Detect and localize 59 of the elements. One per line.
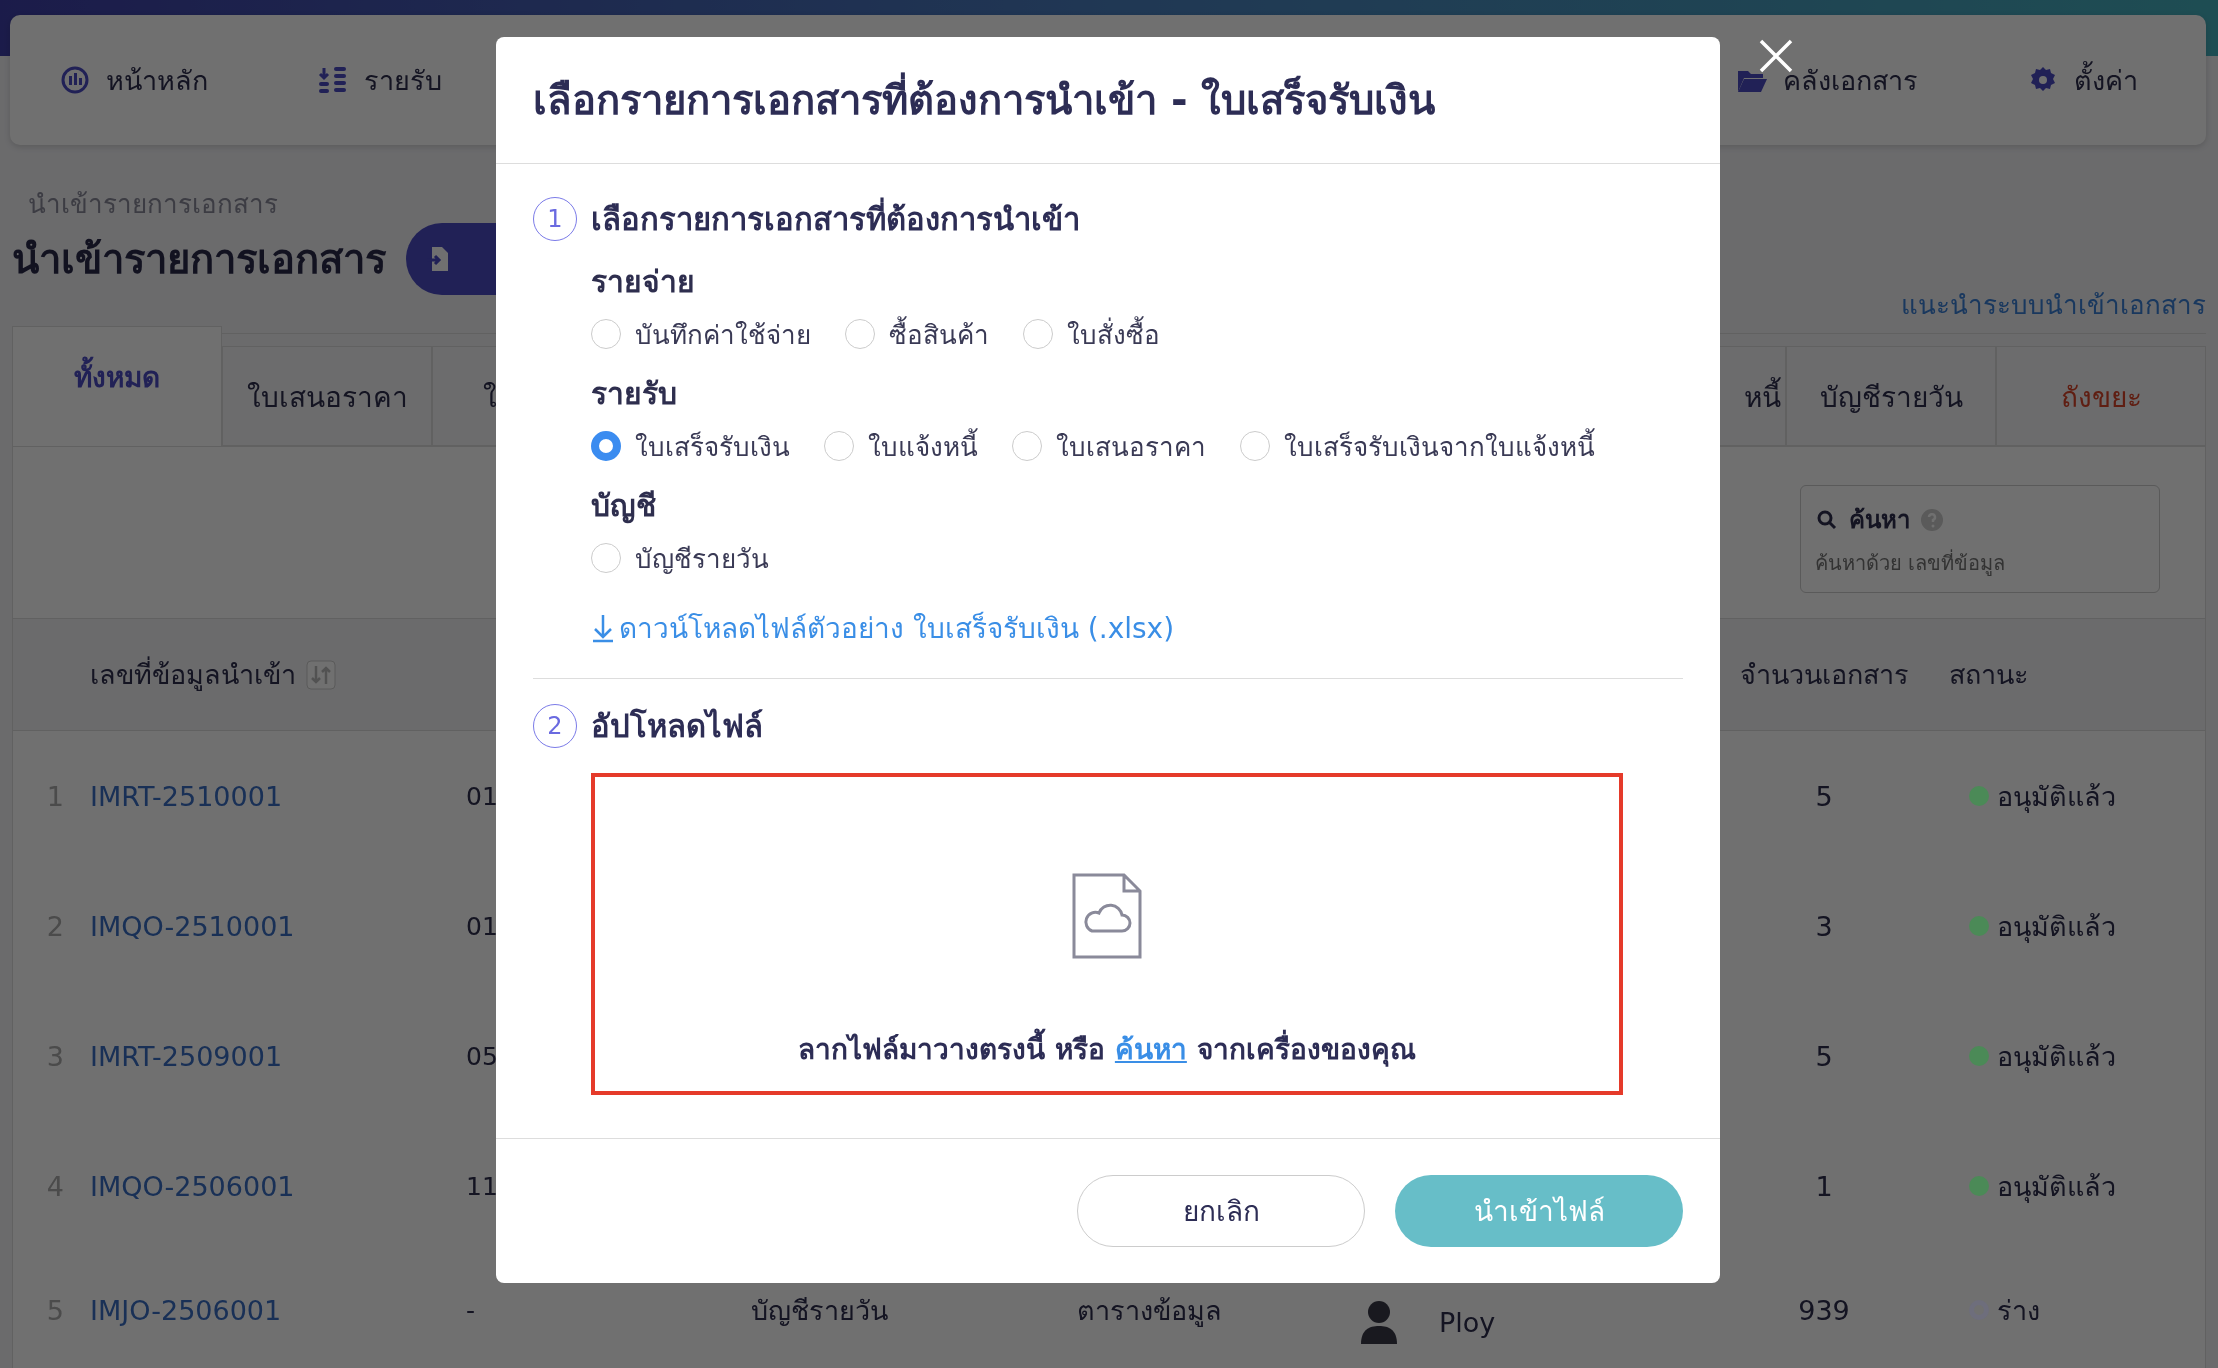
radio-label[interactable]: ซื้อสินค้า: [889, 313, 989, 355]
tab[interactable]: ทั้งหมด: [12, 326, 222, 446]
nav-item[interactable]: คลังเอกสาร: [1737, 58, 1918, 102]
table-cell-text: 3: [1814, 910, 1834, 942]
column-header: สถานะ: [1948, 658, 2030, 692]
radio-label[interactable]: ใบเสร็จรับเงิน: [635, 425, 790, 467]
guide-link[interactable]: แนะนำระบบนำเข้าเอกสาร: [1901, 284, 2206, 325]
table-cell-text: -: [465, 1295, 477, 1325]
tab[interactable]: บัญชีรายวัน: [1786, 346, 1996, 446]
radio-label[interactable]: ใบเสร็จรับเงินจากใบแจ้งหนี้: [1284, 425, 1595, 467]
table-link[interactable]: IMQO-2506001: [76, 1170, 456, 1202]
table-cell-text: 5: [1814, 1040, 1834, 1072]
drop-instructions: ลากไฟล์มาวางตรงนี้ หรือ ค้นหา จากเครื่องของคุณ: [798, 1027, 1416, 1071]
tab[interactable]: ถังขยะ: [1996, 346, 2206, 446]
download-link[interactable]: ดาวน์โหลดไฟล์ตัวอย่าง ใบเสร็จรับเงิน (.xlsx): [591, 606, 1175, 650]
search-input[interactable]: ค้นหาด้วย เลขที่ข้อมูล: [1815, 543, 2145, 583]
radio-label[interactable]: บัญชีรายวัน: [635, 537, 769, 579]
step-heading: อัปโหลดไฟล์: [591, 707, 763, 746]
table-cell-text: 939: [1797, 1294, 1851, 1326]
tab[interactable]: ใบเสนอราคา: [222, 346, 432, 446]
column-header: จำนวนเอกสาร: [1738, 658, 1910, 692]
nav-item[interactable]: รายรับ: [318, 58, 442, 102]
page-title: นำเข้ารายการเอกสาร: [12, 235, 386, 284]
user-name: Ploy: [1439, 1306, 1496, 1338]
table-cell-text: 5: [1814, 780, 1834, 812]
group-label: บัญชี: [591, 487, 657, 526]
group-label: รายรับ: [591, 375, 678, 413]
dialog-title: เลือกรายการเอกสารที่ต้องการนำเข้า - ใบเสร็จรับเงิน: [533, 68, 1436, 132]
browse-link[interactable]: ค้นหา: [1114, 1033, 1187, 1066]
table-link[interactable]: IMJO-2506001: [76, 1294, 456, 1326]
table-link[interactable]: IMQO-2510001: [76, 910, 456, 942]
radio-label[interactable]: ใบสั่งซื้อ: [1067, 313, 1160, 355]
table-cell-text: บัญชีรายวัน: [749, 1293, 889, 1328]
table-cell-text: 05: [465, 1041, 499, 1071]
cancel-button[interactable]: ยกเลิก: [1077, 1175, 1365, 1247]
table-cell-text: ตารางข้อมูล: [1075, 1293, 1223, 1329]
status-text: อนุมัติแล้ว: [1997, 1169, 2116, 1205]
radio-label[interactable]: ใบแจ้งหนี้: [868, 425, 978, 467]
status-text: อนุมัติแล้ว: [1997, 909, 2116, 945]
nav-item[interactable]: หน้าหลัก: [60, 58, 208, 102]
table-cell-text: 11: [465, 1171, 499, 1201]
table-cell-text: 01: [465, 911, 499, 941]
radio-label[interactable]: ใบเสนอราคา: [1056, 425, 1206, 467]
search-field[interactable]: ค้นหา ค้นหาด้วย เลขที่ข้อมูล: [1800, 485, 2160, 593]
table-link[interactable]: IMRT-2509001: [76, 1040, 456, 1072]
column-header: เลขที่ข้อมูลนำเข้า: [90, 653, 296, 696]
search-label: ค้นหา: [1849, 505, 1910, 536]
import-file-button[interactable]: นำเข้าไฟล์: [1395, 1175, 1683, 1247]
table-cell-text: 01: [465, 781, 499, 811]
status-text: อนุมัติแล้ว: [1997, 779, 2116, 815]
drop-zone[interactable]: ลากไฟล์มาวางตรงนี้ หรือ ค้นหา จากเครื่องของคุณ: [591, 773, 1623, 1095]
status-text: ร่าง: [1997, 1293, 2040, 1328]
radio-label[interactable]: บันทึกค่าใช้จ่าย: [635, 313, 811, 355]
step-heading: เลือกรายการเอกสารที่ต้องการนำเข้า: [591, 194, 1080, 244]
table-link[interactable]: IMRT-2510001: [76, 780, 456, 812]
table-cell-text: 1: [1814, 1170, 1834, 1202]
status-text: อนุมัติแล้ว: [1997, 1039, 2116, 1075]
nav-item[interactable]: ตั้งค่า: [2028, 58, 2138, 102]
group-label: รายจ่าย: [591, 263, 696, 301]
